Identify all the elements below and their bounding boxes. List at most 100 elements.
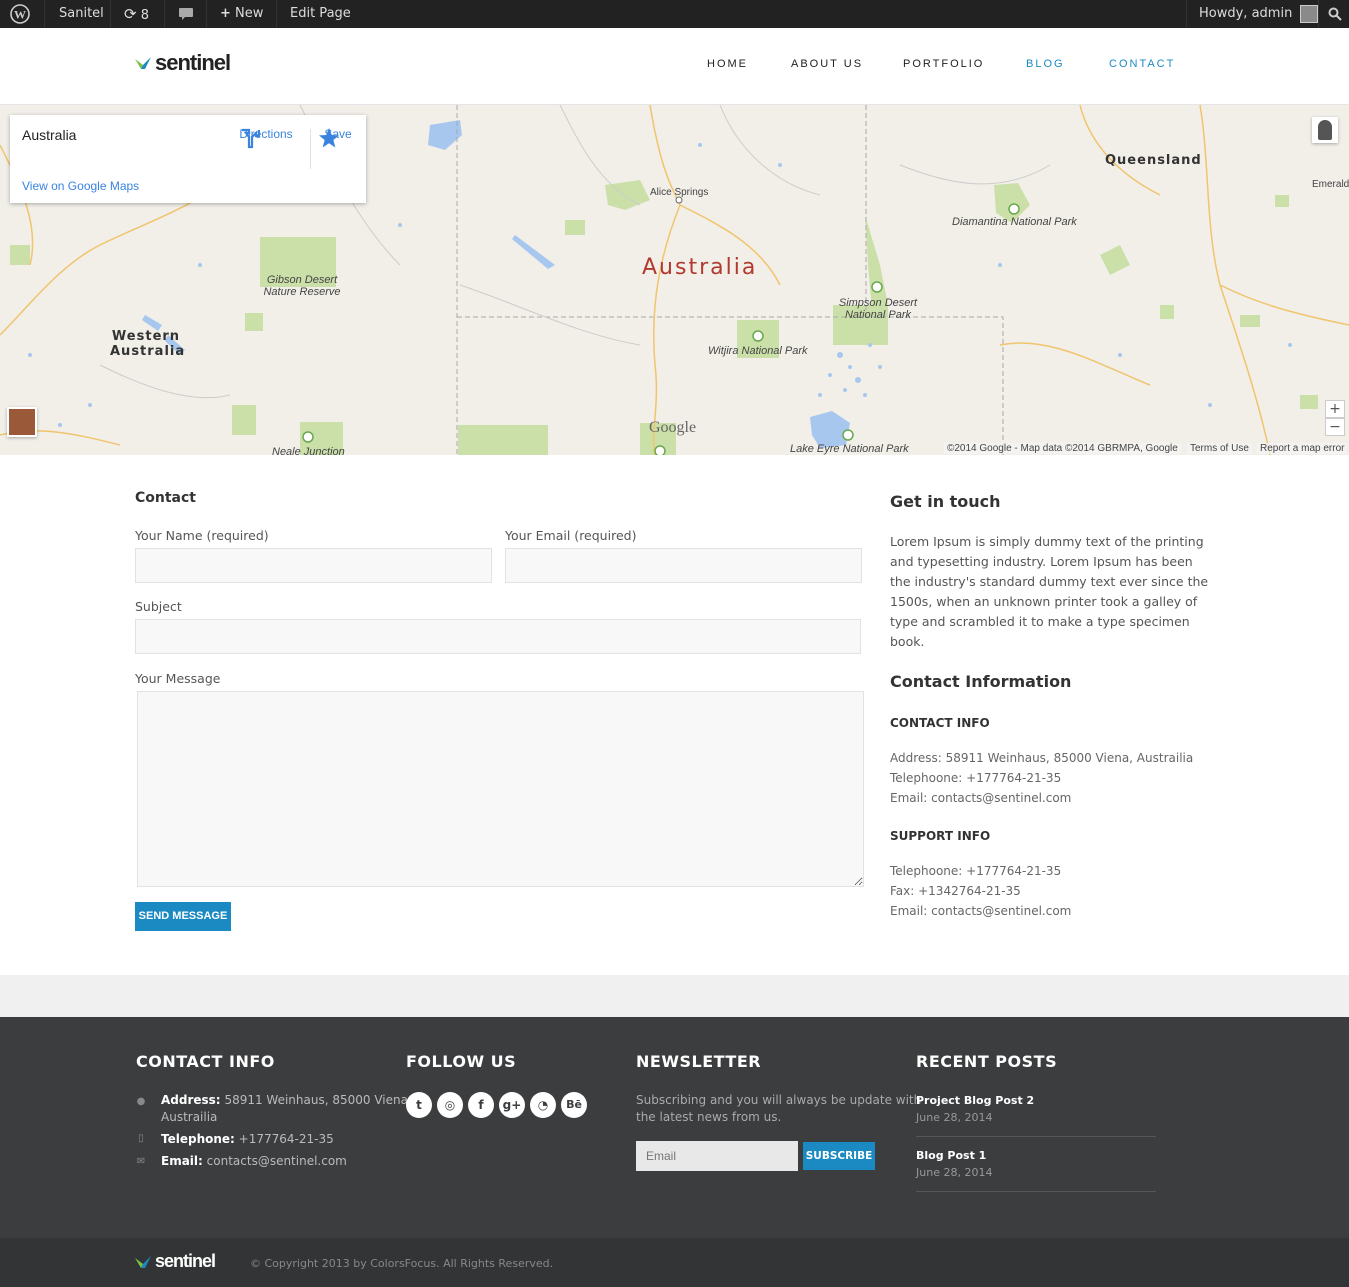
footer-logo[interactable]: sentinel xyxy=(135,1251,216,1272)
footer-address: Address: 58911 Weinhaus, 85000 Viena, xyxy=(161,1093,412,1107)
message-textarea[interactable] xyxy=(137,691,864,887)
logo-mark-icon xyxy=(135,1255,151,1268)
recent-post-title[interactable]: Blog Post 1 xyxy=(916,1149,986,1162)
directions-icon xyxy=(242,128,260,149)
satellite-view-toggle[interactable] xyxy=(7,407,37,437)
nav-about-us[interactable]: ABOUT US xyxy=(791,58,863,70)
site-footer xyxy=(0,1017,1349,1238)
support-telephone: Telephoone: +177764-21-35 xyxy=(890,864,1062,878)
pegman-icon[interactable] xyxy=(1312,117,1338,143)
subject-field[interactable] xyxy=(135,619,861,654)
copyright-bar: sentinel © Copyright 2013 by ColorsFocus… xyxy=(0,1238,1349,1287)
map-label-western-australia: Western Australia xyxy=(110,329,186,359)
map-label-alice-springs: Alice Springs xyxy=(650,187,709,198)
newsletter-text-line-2: the latest news from us. xyxy=(636,1110,782,1124)
view-on-google-maps-link[interactable]: View on Google Maps xyxy=(22,179,139,193)
nav-portfolio[interactable]: PORTFOLIO xyxy=(903,58,984,70)
save-button[interactable]: Save xyxy=(318,127,358,148)
message-label: Your Message xyxy=(135,671,221,686)
refresh-icon: ⟳ xyxy=(124,5,137,23)
map-info-card: Australia Directions Save View on Google… xyxy=(10,115,366,203)
name-field[interactable] xyxy=(135,548,492,583)
nav-contact[interactable]: CONTACT xyxy=(1109,58,1175,70)
contact-email: Email: contacts@sentinel.com xyxy=(890,791,1072,805)
email-field[interactable] xyxy=(505,548,862,583)
footer-address-line-2: Austrailia xyxy=(161,1110,218,1124)
newsletter-text: Subscribing and you will always be updat… xyxy=(636,1093,922,1107)
footer-recent-posts-heading: RECENT POSTS xyxy=(916,1052,1058,1071)
contact-address: Address: 58911 Weinhaus, 85000 Viena, Au… xyxy=(890,751,1194,765)
recent-post-date: June 28, 2014 xyxy=(916,1166,993,1179)
rss-icon[interactable]: ◔ xyxy=(530,1092,556,1118)
map-label-witjira: Witjira National Park xyxy=(708,345,808,357)
dribbble-icon[interactable]: ◎ xyxy=(437,1092,463,1118)
admin-site-name[interactable]: Sanitel xyxy=(59,0,104,28)
google-wordmark: Google xyxy=(649,419,697,436)
wordpress-logo-icon[interactable]: W xyxy=(10,0,30,28)
newsletter-email-input[interactable] xyxy=(636,1141,798,1171)
map-country-label: Australia xyxy=(642,255,758,280)
nav-blog[interactable]: BLOG xyxy=(1026,58,1065,70)
edit-page-link[interactable]: Edit Page xyxy=(290,0,351,28)
behance-icon[interactable]: Bē xyxy=(561,1092,587,1118)
post-divider xyxy=(916,1191,1156,1192)
twitter-icon[interactable]: t xyxy=(406,1092,432,1118)
new-content-item[interactable]: + New xyxy=(220,0,263,28)
terms-of-use-link[interactable]: Terms of Use xyxy=(1187,443,1252,454)
map-label-queensland: Queensland xyxy=(1105,153,1202,168)
facebook-icon[interactable]: f xyxy=(468,1092,494,1118)
get-in-touch-text: Lorem Ipsum is simply dummy text of the … xyxy=(890,534,1209,649)
admin-bar: W Sanitel ⟳ 8 + New Edit Page Howdy, adm… xyxy=(0,0,1349,28)
footer-email: Email: contacts@sentinel.com xyxy=(161,1154,347,1168)
report-map-error-link[interactable]: Report a map error xyxy=(1257,443,1348,454)
copyright-text: © Copyright 2013 by ColorsFocus. All Rig… xyxy=(250,1257,554,1270)
name-label: Your Name (required) xyxy=(135,528,269,543)
subject-label: Subject xyxy=(135,599,182,614)
contact-information-heading: Contact Information xyxy=(890,672,1072,691)
recent-post-title[interactable]: Project Blog Post 2 xyxy=(916,1094,1034,1107)
recent-post-date: June 28, 2014 xyxy=(916,1111,993,1124)
account-menu[interactable]: Howdy, admin xyxy=(1199,0,1319,28)
map-label-gibson: Gibson Desert Nature Reserve xyxy=(263,274,341,298)
support-info-subheading: SUPPORT INFO xyxy=(890,829,991,843)
logo-mark-icon xyxy=(135,57,151,69)
footer-contact-heading: CONTACT INFO xyxy=(136,1052,275,1071)
contact-telephone: Telephoone: +177764-21-35 xyxy=(890,771,1062,785)
svg-text:W: W xyxy=(14,8,26,22)
get-in-touch-heading: Get in touch xyxy=(890,492,1001,511)
map-place-name: Australia xyxy=(22,127,77,143)
footer-newsletter-heading: NEWSLETTER xyxy=(636,1052,762,1071)
google-plus-icon[interactable]: g+ xyxy=(499,1092,525,1118)
directions-button[interactable]: Directions xyxy=(238,127,294,149)
nav-home[interactable]: HOME xyxy=(707,58,748,70)
map-label-neale: Neale Junction xyxy=(272,446,345,455)
contact-heading: Contact xyxy=(135,490,196,506)
map-label-diamantina: Diamantina National Park xyxy=(952,216,1077,228)
updates-item[interactable]: ⟳ 8 xyxy=(124,0,149,28)
pre-footer-band xyxy=(0,975,1349,1017)
send-message-button[interactable]: SEND MESSAGE xyxy=(135,902,231,931)
envelope-icon: ✉ xyxy=(136,1156,146,1167)
site-logo[interactable]: sentinel xyxy=(135,50,231,76)
support-fax: Fax: +1342764-21-35 xyxy=(890,884,1021,898)
post-divider xyxy=(916,1136,1156,1137)
site-header: sentinel HOME ABOUT US PORTFOLIO BLOG CO… xyxy=(0,28,1349,105)
plus-icon: + xyxy=(220,6,231,21)
star-icon xyxy=(319,128,339,148)
map-label-emerald: Emerald xyxy=(1312,179,1349,190)
map-attribution: ©2014 Google - Map data ©2014 GBRMPA, Go… xyxy=(944,443,1181,454)
support-email: Email: contacts@sentinel.com xyxy=(890,904,1072,918)
search-icon[interactable] xyxy=(1328,0,1342,28)
map-label-lake-eyre: Lake Eyre National Park xyxy=(790,443,909,455)
subscribe-button[interactable]: SUBSCRIBE xyxy=(803,1142,875,1170)
comments-icon[interactable] xyxy=(178,0,194,28)
zoom-in-button[interactable]: + xyxy=(1325,400,1345,418)
map-label-simpson: Simpson Desert National Park xyxy=(838,297,918,321)
email-label: Your Email (required) xyxy=(505,528,637,543)
google-map[interactable]: Australia Queensland Western Australia A… xyxy=(0,105,1349,455)
zoom-out-button[interactable]: − xyxy=(1325,418,1345,436)
avatar xyxy=(1300,4,1319,23)
footer-telephone: Telephone: +177764-21-35 xyxy=(161,1132,334,1146)
phone-icon: ▯ xyxy=(138,1133,144,1144)
contact-info-subheading: CONTACT INFO xyxy=(890,716,990,730)
